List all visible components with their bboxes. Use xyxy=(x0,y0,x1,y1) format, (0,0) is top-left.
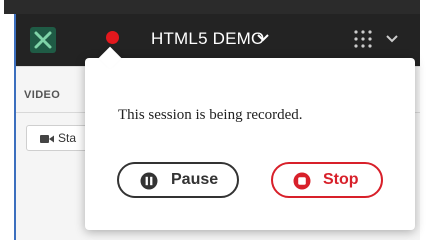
pause-label: Pause xyxy=(171,171,219,188)
pause-circle-icon xyxy=(140,172,158,190)
recording-indicator[interactable] xyxy=(106,31,119,44)
recording-popover: This session is being recorded. Pause St… xyxy=(85,46,415,230)
window-top-edge xyxy=(4,0,420,14)
start-video-label: Sta xyxy=(58,131,77,145)
chevron-down-icon[interactable] xyxy=(385,33,399,45)
stop-circle-icon xyxy=(293,172,311,190)
grid-dots-icon[interactable] xyxy=(353,29,373,49)
camera-icon xyxy=(40,135,54,143)
screenshot-frame: HTML5 DEMO VIDEO Sta This session is bei… xyxy=(0,0,428,240)
stop-label: Stop xyxy=(323,171,359,188)
webex-logo-icon xyxy=(30,27,56,53)
session-title[interactable]: HTML5 DEMO xyxy=(151,28,264,50)
video-section-label: VIDEO xyxy=(24,89,61,101)
chevron-down-icon[interactable] xyxy=(256,32,270,44)
pause-recording-button[interactable]: Pause xyxy=(117,162,239,198)
stop-recording-button[interactable]: Stop xyxy=(271,162,383,198)
recording-message: This session is being recorded. xyxy=(118,107,303,123)
